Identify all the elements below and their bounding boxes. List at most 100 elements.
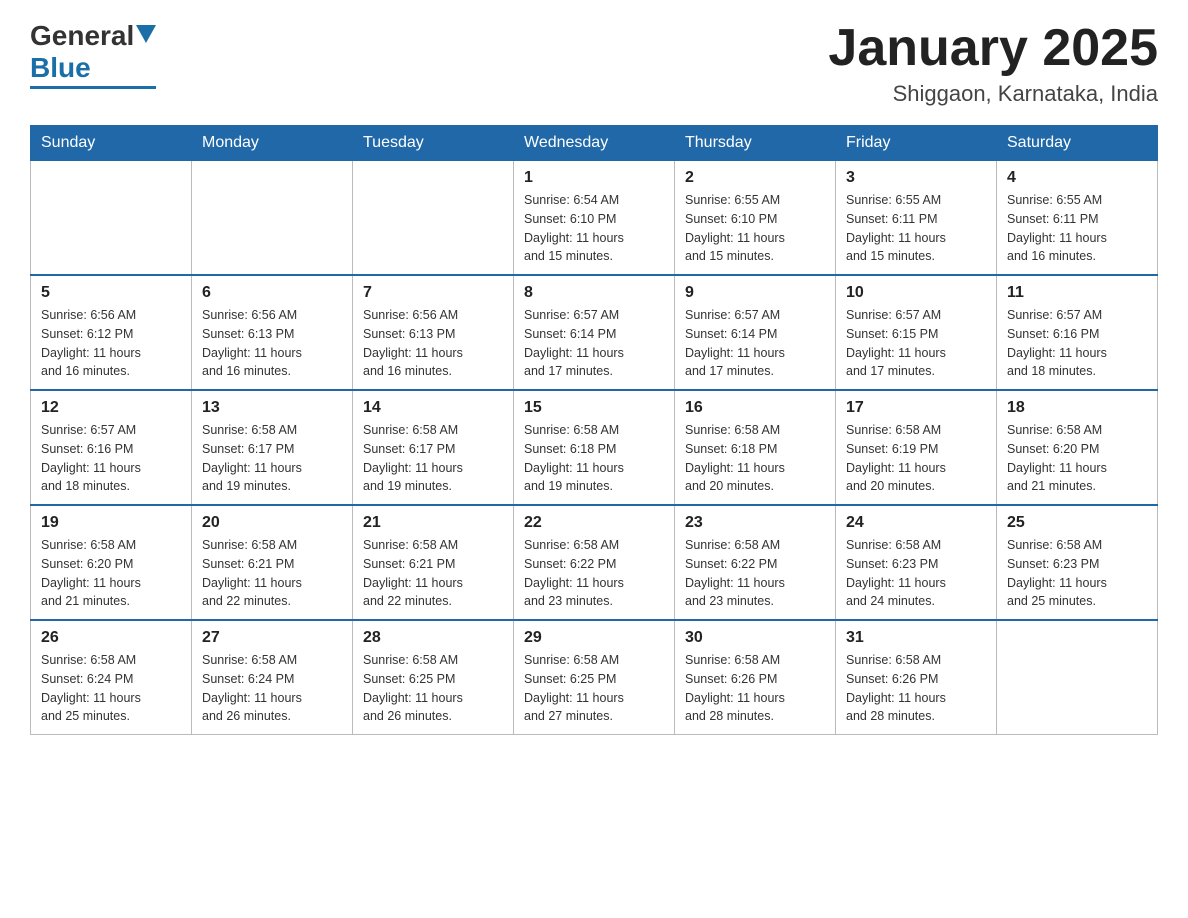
calendar-cell: [192, 161, 353, 276]
day-info: Sunrise: 6:58 AMSunset: 6:18 PMDaylight:…: [524, 421, 664, 496]
calendar-cell: 18Sunrise: 6:58 AMSunset: 6:20 PMDayligh…: [997, 390, 1158, 505]
day-number: 27: [202, 629, 342, 647]
calendar-cell: 17 Sunrise: 6:58 AMSunset: 6:19 PMDayligh…: [836, 390, 997, 505]
day-number: 17: [846, 399, 986, 417]
day-info: Sunrise: 6:56 AMSunset: 6:13 PMDaylight:…: [202, 306, 342, 381]
calendar-cell: 13Sunrise: 6:58 AMSunset: 6:17 PMDayligh…: [192, 390, 353, 505]
header: General Blue January 2025 Shiggaon, Karn…: [30, 20, 1158, 107]
day-number: 19: [41, 514, 181, 532]
day-info: Sunrise: 6:58 AMSunset: 6:21 PMDaylight:…: [202, 536, 342, 611]
day-info: Sunrise: 6:57 AMSunset: 6:14 PMDaylight:…: [685, 306, 825, 381]
day-info: Sunrise: 6:58 AMSunset: 6:24 PMDaylight:…: [202, 651, 342, 726]
logo-blue-text: Blue: [30, 52, 91, 83]
calendar-cell: 21Sunrise: 6:58 AMSunset: 6:21 PMDayligh…: [353, 505, 514, 620]
calendar-cell: 10 Sunrise: 6:57 AMSunset: 6:15 PMDayligh…: [836, 275, 997, 390]
calendar-cell: 25Sunrise: 6:58 AMSunset: 6:23 PMDayligh…: [997, 505, 1158, 620]
day-info: Sunrise: 6:57 AMSunset: 6:14 PMDaylight:…: [524, 306, 664, 381]
calendar-cell: 31 Sunrise: 6:58 AMSunset: 6:26 PMDayligh…: [836, 620, 997, 735]
day-number: 22: [524, 514, 664, 532]
calendar-cell: 29Sunrise: 6:58 AMSunset: 6:25 PMDayligh…: [514, 620, 675, 735]
day-info: Sunrise: 6:58 AMSunset: 6:20 PMDaylight:…: [1007, 421, 1147, 496]
day-number: 7: [363, 284, 503, 302]
day-number: 9: [685, 284, 825, 302]
calendar-cell: 27 Sunrise: 6:58 AMSunset: 6:24 PMDayligh…: [192, 620, 353, 735]
logo-triangle-icon: [136, 25, 156, 43]
day-info: Sunrise: 6:55 AMSunset: 6:10 PMDaylight:…: [685, 191, 825, 266]
calendar-cell: 9 Sunrise: 6:57 AMSunset: 6:14 PMDaylight…: [675, 275, 836, 390]
calendar-header-row: Sunday Monday Tuesday Wednesday Thursday…: [31, 126, 1158, 161]
day-number: 23: [685, 514, 825, 532]
col-monday: Monday: [192, 126, 353, 161]
day-info: Sunrise: 6:58 AMSunset: 6:17 PMDaylight:…: [363, 421, 503, 496]
day-info: Sunrise: 6:58 AMSunset: 6:25 PMDaylight:…: [524, 651, 664, 726]
day-number: 26: [41, 629, 181, 647]
day-number: 31: [846, 629, 986, 647]
day-number: 15: [524, 399, 664, 417]
calendar-week-row: 26 Sunrise: 6:58 AMSunset: 6:24 PMDayligh…: [31, 620, 1158, 735]
day-info: Sunrise: 6:55 AMSunset: 6:11 PMDaylight:…: [1007, 191, 1147, 266]
calendar-week-row: 12 Sunrise: 6:57 AMSunset: 6:16 PMDayligh…: [31, 390, 1158, 505]
calendar-table: Sunday Monday Tuesday Wednesday Thursday…: [30, 125, 1158, 735]
day-info: Sunrise: 6:58 AMSunset: 6:18 PMDaylight:…: [685, 421, 825, 496]
calendar-cell: 24 Sunrise: 6:58 AMSunset: 6:23 PMDayligh…: [836, 505, 997, 620]
calendar-week-row: 19 Sunrise: 6:58 AMSunset: 6:20 PMDayligh…: [31, 505, 1158, 620]
day-info: Sunrise: 6:57 AMSunset: 6:16 PMDaylight:…: [41, 421, 181, 496]
day-number: 8: [524, 284, 664, 302]
day-number: 3: [846, 169, 986, 187]
day-number: 10: [846, 284, 986, 302]
day-info: Sunrise: 6:58 AMSunset: 6:26 PMDaylight:…: [846, 651, 986, 726]
calendar-cell: 1Sunrise: 6:54 AMSunset: 6:10 PMDaylight…: [514, 161, 675, 276]
day-info: Sunrise: 6:58 AMSunset: 6:19 PMDaylight:…: [846, 421, 986, 496]
calendar-cell: 3Sunrise: 6:55 AMSunset: 6:11 PMDaylight…: [836, 161, 997, 276]
day-number: 4: [1007, 169, 1147, 187]
day-number: 1: [524, 169, 664, 187]
day-number: 5: [41, 284, 181, 302]
day-info: Sunrise: 6:56 AMSunset: 6:13 PMDaylight:…: [363, 306, 503, 381]
calendar-cell: 14 Sunrise: 6:58 AMSunset: 6:17 PMDayligh…: [353, 390, 514, 505]
day-info: Sunrise: 6:58 AMSunset: 6:25 PMDaylight:…: [363, 651, 503, 726]
calendar-cell: 22 Sunrise: 6:58 AMSunset: 6:22 PMDayligh…: [514, 505, 675, 620]
col-tuesday: Tuesday: [353, 126, 514, 161]
col-thursday: Thursday: [675, 126, 836, 161]
day-info: Sunrise: 6:58 AMSunset: 6:26 PMDaylight:…: [685, 651, 825, 726]
calendar-cell: 26 Sunrise: 6:58 AMSunset: 6:24 PMDayligh…: [31, 620, 192, 735]
day-info: Sunrise: 6:58 AMSunset: 6:21 PMDaylight:…: [363, 536, 503, 611]
day-number: 11: [1007, 284, 1147, 302]
calendar-cell: 6 Sunrise: 6:56 AMSunset: 6:13 PMDaylight…: [192, 275, 353, 390]
day-number: 12: [41, 399, 181, 417]
title-area: January 2025 Shiggaon, Karnataka, India: [828, 20, 1158, 107]
day-info: Sunrise: 6:58 AMSunset: 6:22 PMDaylight:…: [685, 536, 825, 611]
calendar-cell: 4 Sunrise: 6:55 AMSunset: 6:11 PMDaylight…: [997, 161, 1158, 276]
day-number: 6: [202, 284, 342, 302]
day-info: Sunrise: 6:58 AMSunset: 6:22 PMDaylight:…: [524, 536, 664, 611]
day-number: 24: [846, 514, 986, 532]
day-info: Sunrise: 6:58 AMSunset: 6:23 PMDaylight:…: [846, 536, 986, 611]
day-number: 30: [685, 629, 825, 647]
day-number: 14: [363, 399, 503, 417]
day-info: Sunrise: 6:58 AMSunset: 6:24 PMDaylight:…: [41, 651, 181, 726]
col-saturday: Saturday: [997, 126, 1158, 161]
calendar-cell: [31, 161, 192, 276]
calendar-cell: [997, 620, 1158, 735]
col-wednesday: Wednesday: [514, 126, 675, 161]
day-info: Sunrise: 6:58 AMSunset: 6:20 PMDaylight:…: [41, 536, 181, 611]
calendar-subtitle: Shiggaon, Karnataka, India: [828, 81, 1158, 107]
day-number: 20: [202, 514, 342, 532]
calendar-cell: 7 Sunrise: 6:56 AMSunset: 6:13 PMDaylight…: [353, 275, 514, 390]
col-friday: Friday: [836, 126, 997, 161]
day-info: Sunrise: 6:58 AMSunset: 6:23 PMDaylight:…: [1007, 536, 1147, 611]
day-info: Sunrise: 6:58 AMSunset: 6:17 PMDaylight:…: [202, 421, 342, 496]
day-info: Sunrise: 6:57 AMSunset: 6:15 PMDaylight:…: [846, 306, 986, 381]
calendar-cell: 12 Sunrise: 6:57 AMSunset: 6:16 PMDayligh…: [31, 390, 192, 505]
calendar-cell: 5Sunrise: 6:56 AMSunset: 6:12 PMDaylight…: [31, 275, 192, 390]
calendar-cell: 28Sunrise: 6:58 AMSunset: 6:25 PMDayligh…: [353, 620, 514, 735]
calendar-cell: 19 Sunrise: 6:58 AMSunset: 6:20 PMDayligh…: [31, 505, 192, 620]
calendar-cell: 15 Sunrise: 6:58 AMSunset: 6:18 PMDayligh…: [514, 390, 675, 505]
calendar-cell: 2Sunrise: 6:55 AMSunset: 6:10 PMDaylight…: [675, 161, 836, 276]
calendar-week-row: 5Sunrise: 6:56 AMSunset: 6:12 PMDaylight…: [31, 275, 1158, 390]
calendar-title: January 2025: [828, 20, 1158, 77]
calendar-cell: 23 Sunrise: 6:58 AMSunset: 6:22 PMDayligh…: [675, 505, 836, 620]
calendar-cell: 11Sunrise: 6:57 AMSunset: 6:16 PMDayligh…: [997, 275, 1158, 390]
logo: General Blue: [30, 20, 156, 89]
day-number: 16: [685, 399, 825, 417]
